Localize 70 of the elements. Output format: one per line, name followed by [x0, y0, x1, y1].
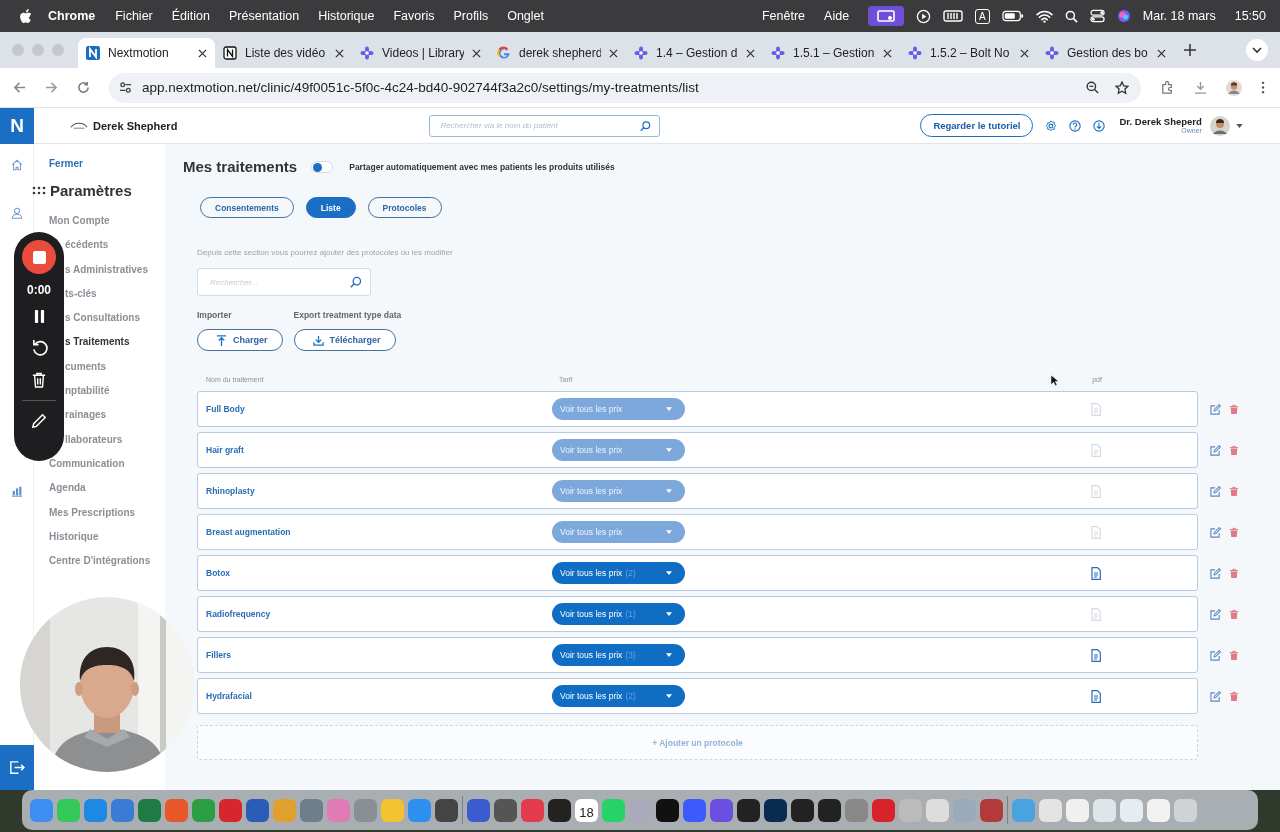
price-dropdown[interactable]: Voir tous les prix (1) — [552, 603, 685, 625]
browser-tab[interactable]: 1.4 – Gestion d — [626, 38, 763, 68]
browser-tab[interactable]: 1.5.2 – Bolt No — [900, 38, 1037, 68]
treatment-row[interactable]: Fillers Voir tous les prix (3) — [197, 637, 1198, 673]
user-name: Dr. Derek Sheperd — [1119, 116, 1202, 127]
treatment-name: Hair graft — [205, 445, 245, 455]
address-field[interactable]: app.nextmotion.net/clinic/49f0051c-5f0c-4c24-bd40-902744f3a2c0/settings/my-treatments/list — [109, 72, 1141, 103]
treatment-name: Breast augmentation — [205, 527, 292, 537]
price-dropdown[interactable]: Voir tous les prix (3) — [552, 644, 685, 666]
export-label: Export treatment type data — [293, 310, 402, 320]
menu-item[interactable]: Aide — [824, 9, 850, 23]
sidebar-item[interactable]: s Traitements — [65, 336, 130, 349]
browser-tab[interactable]: Nextmotion — [78, 38, 215, 68]
browser-tab[interactable]: Liste des vidéo — [215, 38, 352, 68]
menu-item[interactable]: Fichier — [115, 9, 153, 23]
menu-item[interactable]: Fenêtre — [762, 9, 806, 23]
menu-app-name[interactable]: Chrome — [48, 9, 96, 23]
treatment-name: Radiofrequency — [205, 609, 272, 619]
calendar-icon[interactable]: 18 — [575, 798, 598, 822]
app-logo[interactable]: N — [0, 107, 34, 144]
menu-item[interactable]: Profils — [453, 9, 489, 23]
treatment-name: Full Body — [205, 404, 246, 414]
sidebar-item[interactable]: s Administratives — [65, 263, 148, 276]
sidebar-item[interactable]: s Consultations — [65, 312, 140, 325]
close-link[interactable]: Fermer — [49, 158, 165, 169]
section-description: Depuis cette section vous pourrez ajouter des protocoles ou les modifier — [197, 248, 454, 257]
sidebar-item[interactable]: ts-clés — [65, 287, 97, 300]
price-dropdown[interactable]: Voir tous les prix (2) — [552, 562, 685, 584]
import-label: Importer — [197, 310, 232, 320]
menu-date[interactable]: Mar. 18 mars — [1142, 9, 1216, 23]
upload-button[interactable]: Charger — [197, 329, 283, 351]
treatment-name: Botox — [205, 568, 232, 578]
treatment-name: Rhinoplasty — [205, 486, 256, 496]
treatment-name: Fillers — [205, 650, 233, 660]
menu-item[interactable]: Édition — [171, 9, 210, 23]
clinic-name: Derek Shepherd — [93, 119, 178, 132]
sidebar-item[interactable]: Centre D'intégrations — [49, 555, 151, 568]
page-title: Mes traitements — [183, 158, 298, 175]
sidebar-title: Paramètres — [50, 182, 132, 199]
segment-tab[interactable]: Liste — [305, 197, 356, 218]
download-button[interactable]: Télécharger — [293, 329, 396, 351]
treatment-row[interactable]: Radiofrequency Voir tous les prix (1) — [197, 596, 1198, 632]
menu-time[interactable]: 15:50 — [1234, 9, 1266, 23]
sidebar-item[interactable]: llaborateurs — [65, 433, 123, 446]
toggle-label: Partager automatiquement avec mes patients les produits utilisés — [349, 161, 615, 172]
browser-tab[interactable]: Videos | Library — [352, 38, 489, 68]
treatment-row[interactable]: Hydrafacial Voir tous les prix (2) — [197, 678, 1198, 714]
sidebar-item[interactable]: Mes Prescriptions — [49, 506, 136, 519]
sidebar-item[interactable]: rainages — [65, 409, 107, 422]
browser-tab[interactable]: Gestion des bo — [1037, 38, 1174, 68]
sidebar-item[interactable]: nptabilité — [65, 385, 110, 398]
treatment-name: Hydrafacial — [205, 691, 253, 701]
sidebar-item[interactable]: écédents — [65, 239, 109, 252]
sidebar-item[interactable]: Agenda — [49, 482, 86, 495]
menu-item[interactable]: Historique — [318, 9, 375, 23]
tutorial-button[interactable]: Regarder le tutoriel — [920, 114, 1034, 137]
menu-item[interactable]: Onglet — [507, 9, 544, 23]
treatment-row[interactable]: Botox Voir tous les prix (2) — [197, 555, 1198, 591]
sidebar-item[interactable]: Mon Compte — [49, 215, 110, 227]
sidebar-item[interactable]: Historique — [49, 530, 99, 543]
menu-item[interactable]: Présentation — [229, 9, 300, 23]
sidebar-item[interactable]: Communication — [49, 457, 125, 470]
sidebar-item[interactable]: cuments — [65, 360, 107, 373]
recording-timer: 0:00 — [27, 283, 51, 297]
patient-search-field[interactable]: Rechercher via le nom du patient — [429, 114, 661, 137]
input-source-indicator[interactable]: A — [975, 8, 990, 24]
menu-item[interactable]: Favoris — [393, 9, 435, 23]
browser-tab[interactable]: derek shepherd — [489, 38, 626, 68]
browser-tab[interactable]: 1.5.1 – Gestion — [763, 38, 900, 68]
price-dropdown[interactable]: Voir tous les prix (2) — [552, 685, 685, 707]
